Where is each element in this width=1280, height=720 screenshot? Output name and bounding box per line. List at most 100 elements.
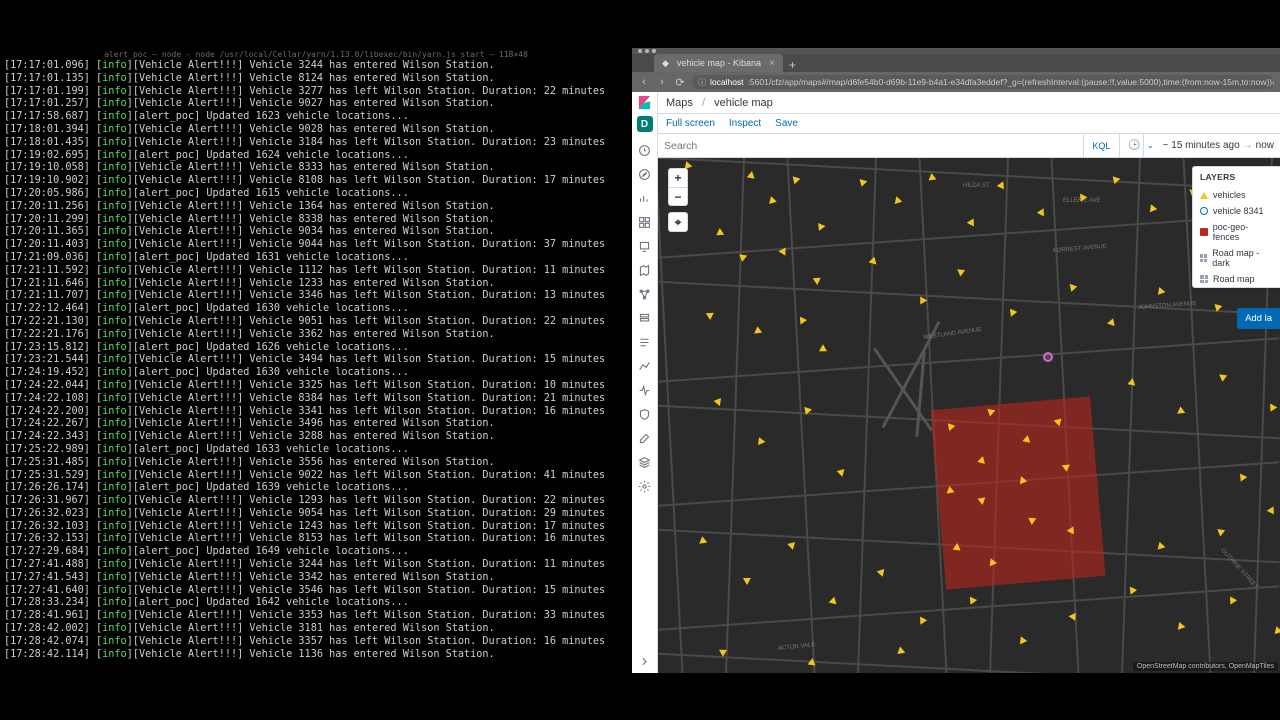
- vehicle-marker[interactable]: [813, 278, 821, 286]
- vehicle-marker[interactable]: [928, 172, 937, 180]
- vehicle-marker[interactable]: [1227, 597, 1237, 607]
- new-tab-button[interactable]: +: [783, 58, 802, 72]
- fit-bounds-button[interactable]: ⌖: [669, 213, 687, 231]
- vehicle-marker[interactable]: [697, 536, 707, 547]
- vehicle-marker[interactable]: [1022, 434, 1031, 442]
- vehicle-marker[interactable]: [967, 217, 977, 227]
- uptime-icon[interactable]: [638, 383, 652, 397]
- vehicle-marker[interactable]: [945, 485, 954, 493]
- vehicle-marker[interactable]: [1007, 306, 1018, 316]
- breadcrumb-root[interactable]: Maps: [666, 97, 693, 109]
- management-icon[interactable]: [638, 479, 652, 493]
- infra-icon[interactable]: [638, 311, 652, 325]
- vehicle-marker[interactable]: [1068, 612, 1076, 620]
- vehicle-marker[interactable]: [877, 566, 888, 577]
- vehicle-marker[interactable]: [917, 617, 927, 627]
- vehicle-marker[interactable]: [1158, 542, 1167, 551]
- visualize-icon[interactable]: [638, 191, 652, 205]
- canvas-icon[interactable]: [638, 239, 652, 253]
- reload-icon[interactable]: ⟳: [674, 76, 686, 89]
- vehicle-marker[interactable]: [818, 222, 826, 231]
- vehicle-marker[interactable]: [817, 344, 827, 354]
- vehicle-marker[interactable]: [977, 497, 986, 505]
- kql-toggle[interactable]: KQL: [1083, 134, 1119, 157]
- vehicle-marker[interactable]: [892, 196, 903, 207]
- vehicle-marker[interactable]: [1217, 526, 1227, 536]
- close-traffic-light[interactable]: [638, 49, 642, 53]
- vehicle-marker[interactable]: [706, 313, 714, 320]
- vehicle-marker[interactable]: [802, 407, 812, 416]
- dashboard-app-icon[interactable]: D: [637, 116, 653, 132]
- vehicle-marker[interactable]: [957, 266, 967, 276]
- devtools-icon[interactable]: [638, 431, 652, 445]
- vehicle-marker[interactable]: [713, 397, 721, 406]
- minimize-traffic-light[interactable]: [645, 49, 649, 53]
- vehicle-marker[interactable]: [747, 171, 758, 182]
- vehicle-marker[interactable]: [787, 542, 796, 551]
- maps-icon[interactable]: [638, 263, 652, 277]
- vehicle-marker[interactable]: [778, 247, 785, 255]
- vehicle-highlight-marker[interactable]: [1043, 352, 1053, 362]
- vehicle-marker[interactable]: [797, 317, 807, 327]
- vehicle-marker[interactable]: [752, 326, 762, 337]
- forward-icon[interactable]: ›: [656, 76, 668, 88]
- layer-row-vehicles[interactable]: vehicles: [1193, 187, 1280, 203]
- layer-row-geofences[interactable]: poc-geo-fences: [1193, 219, 1280, 245]
- vehicle-marker[interactable]: [967, 597, 977, 607]
- vehicle-marker[interactable]: [737, 251, 747, 262]
- ml-icon[interactable]: [638, 287, 652, 301]
- map-canvas[interactable]: WESTLAND AVENUEJOHNSTON AVENUEFORREST AV…: [658, 158, 1280, 673]
- siem-icon[interactable]: [638, 407, 652, 421]
- close-icon[interactable]: ×: [769, 58, 775, 69]
- vehicle-marker[interactable]: [1237, 471, 1248, 481]
- vehicle-marker[interactable]: [1147, 204, 1158, 214]
- vehicle-marker[interactable]: [948, 422, 956, 431]
- search-input[interactable]: [664, 140, 1077, 152]
- vehicle-marker[interactable]: [1067, 281, 1078, 292]
- layer-row-roadmap[interactable]: Road map: [1193, 271, 1280, 287]
- vehicle-marker[interactable]: [828, 597, 837, 607]
- vehicle-marker[interactable]: [1178, 622, 1186, 631]
- vehicle-marker[interactable]: [1272, 626, 1280, 637]
- vehicle-marker[interactable]: [1017, 636, 1028, 646]
- recent-icon[interactable]: [638, 143, 652, 157]
- vehicle-marker[interactable]: [808, 658, 817, 666]
- vehicle-marker[interactable]: [897, 647, 906, 657]
- url-field[interactable]: ⓘ localhost:5601/cfz/app/maps#/map/d6fe5…: [692, 75, 1274, 89]
- save-button[interactable]: Save: [775, 118, 798, 129]
- vehicle-marker[interactable]: [1177, 406, 1187, 416]
- dashboard-icon[interactable]: [638, 215, 652, 229]
- vehicle-marker[interactable]: [837, 466, 848, 477]
- inspect-button[interactable]: Inspect: [729, 118, 761, 129]
- apm-icon[interactable]: [638, 359, 652, 373]
- vehicle-marker[interactable]: [868, 257, 877, 267]
- layer-row-vehicle8341[interactable]: vehicle 8341: [1193, 203, 1280, 219]
- vehicle-marker[interactable]: [793, 175, 802, 184]
- vehicle-marker[interactable]: [1158, 287, 1166, 296]
- browser-tab-active[interactable]: ◆ vehicle map - Kibana ×: [654, 54, 783, 72]
- vehicle-marker[interactable]: [1127, 377, 1136, 385]
- geo-fence[interactable]: [930, 396, 1105, 589]
- layer-row-roadmap-dark[interactable]: Road map - dark: [1193, 245, 1280, 271]
- terminal-window[interactable]: alert_poc — node - node /usr/local/Cella…: [0, 48, 632, 673]
- vehicle-marker[interactable]: [1113, 175, 1122, 184]
- logs-icon[interactable]: [638, 335, 652, 349]
- stack-icon[interactable]: [638, 455, 652, 469]
- vehicle-marker[interactable]: [716, 228, 724, 236]
- vehicle-marker[interactable]: [953, 543, 962, 551]
- vehicle-marker[interactable]: [743, 578, 751, 585]
- vehicle-marker[interactable]: [1028, 518, 1037, 526]
- vehicle-marker[interactable]: [758, 437, 766, 446]
- discover-icon[interactable]: [638, 167, 652, 181]
- vehicle-marker[interactable]: [1107, 317, 1117, 326]
- vehicle-marker[interactable]: [1267, 506, 1278, 516]
- add-layer-button[interactable]: Add la: [1237, 308, 1280, 329]
- kibana-logo-icon[interactable]: [637, 95, 652, 110]
- vehicle-marker[interactable]: [1217, 371, 1227, 382]
- vehicle-marker[interactable]: [1037, 207, 1047, 217]
- vehicle-marker[interactable]: [857, 176, 868, 187]
- fullscreen-button[interactable]: Full screen: [666, 118, 715, 129]
- collapse-icon[interactable]: [638, 654, 652, 668]
- zoom-out-button[interactable]: −: [669, 187, 687, 205]
- zoom-traffic-light[interactable]: [652, 49, 656, 53]
